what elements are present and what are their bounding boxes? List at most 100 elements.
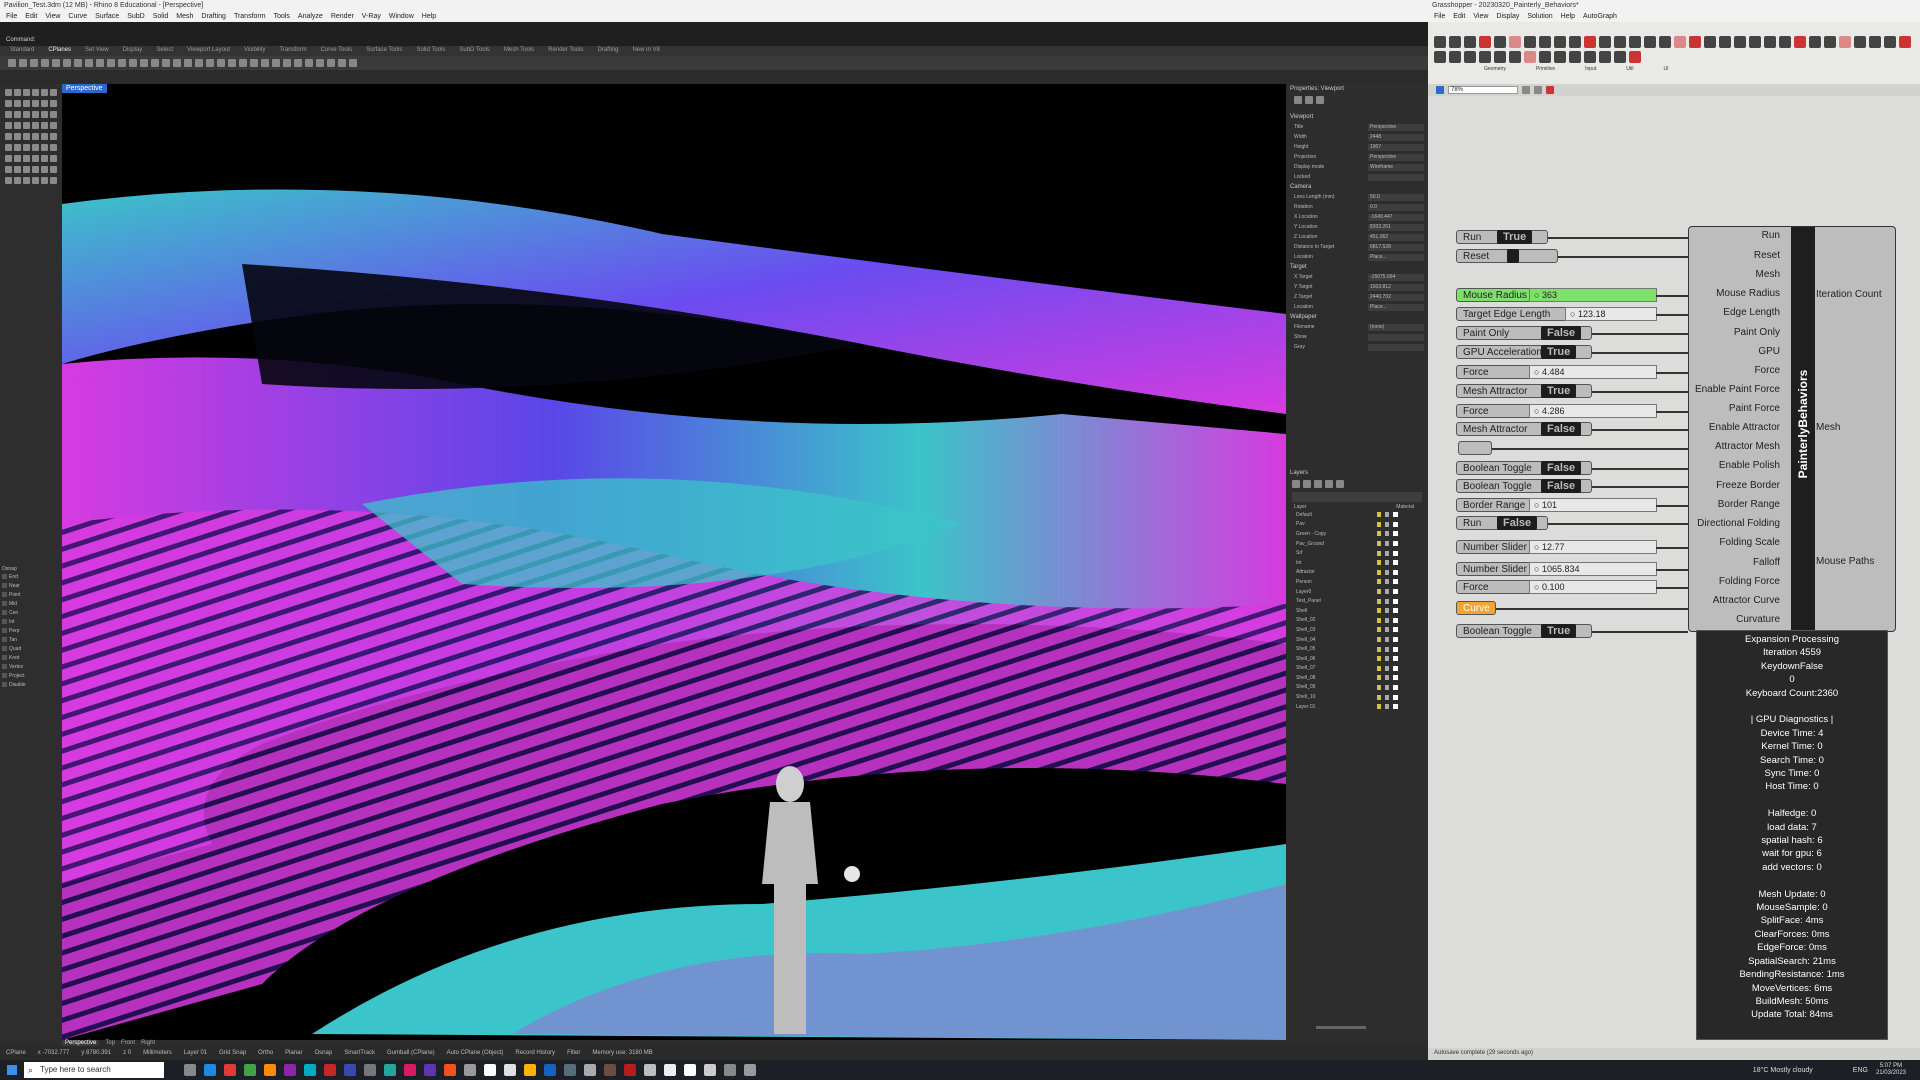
layer-row[interactable]: Shell_04 — [1286, 635, 1428, 645]
tool-icon[interactable] — [250, 59, 258, 67]
lock-icon[interactable] — [1385, 512, 1389, 518]
tool-icon[interactable] — [50, 122, 57, 129]
tool-icon[interactable] — [118, 59, 126, 67]
property-value[interactable] — [1368, 343, 1424, 351]
tool-icon[interactable] — [107, 59, 115, 67]
tool-icon[interactable] — [5, 144, 12, 151]
lightbulb-icon[interactable] — [1377, 656, 1381, 662]
display-props-icon[interactable] — [1305, 96, 1313, 104]
gh-component-icon[interactable] — [1884, 36, 1896, 48]
lock-icon[interactable] — [1385, 617, 1389, 623]
tool-icon[interactable] — [327, 59, 335, 67]
checkbox-icon[interactable] — [2, 682, 7, 687]
lock-icon[interactable] — [1385, 560, 1389, 566]
property-value[interactable]: -1649.447 — [1368, 213, 1424, 221]
input-curve[interactable]: Curve — [1456, 601, 1496, 615]
taskbar-app-icon[interactable] — [704, 1064, 716, 1076]
gh-component-icon[interactable] — [1794, 36, 1806, 48]
tool-icon[interactable] — [14, 100, 21, 107]
status-item[interactable]: x -7032.777 — [38, 1050, 70, 1056]
input-slider[interactable]: Force ○ 4.484 — [1456, 365, 1657, 379]
toolbar-tab[interactable]: Drafting — [597, 47, 618, 55]
tool-icon[interactable] — [5, 111, 12, 118]
input-port[interactable]: Run — [1628, 230, 1780, 241]
lock-icon[interactable] — [1385, 579, 1389, 585]
tool-icon[interactable] — [349, 59, 357, 67]
input-port[interactable]: Force — [1628, 365, 1780, 376]
taskbar-app-icon[interactable] — [724, 1064, 736, 1076]
gh-component-icon[interactable] — [1449, 51, 1461, 63]
tool-icon[interactable] — [85, 59, 93, 67]
tool-icon[interactable] — [23, 89, 30, 96]
lock-icon[interactable] — [1385, 569, 1389, 575]
toggle-value[interactable]: False — [1541, 422, 1582, 436]
gh-component-icon[interactable] — [1479, 51, 1491, 63]
gh-component-icon[interactable] — [1569, 36, 1581, 48]
lightbulb-icon[interactable] — [1377, 589, 1381, 595]
lightbulb-icon[interactable] — [1377, 627, 1381, 633]
osnap-item[interactable]: Knot — [2, 653, 60, 662]
tool-icon[interactable] — [316, 59, 324, 67]
gh-component-icon[interactable] — [1434, 51, 1446, 63]
gh-menu-item[interactable]: Edit — [1453, 13, 1465, 21]
status-item[interactable]: Grid Snap — [219, 1050, 246, 1056]
gh-menu-item[interactable]: Help — [1561, 13, 1575, 21]
tool-icon[interactable] — [32, 144, 39, 151]
status-item[interactable]: Planar — [285, 1050, 302, 1056]
output-port[interactable]: Mesh — [1816, 422, 1840, 433]
layer-color-swatch[interactable] — [1393, 579, 1398, 585]
layer-row[interactable]: Shell_06 — [1286, 654, 1428, 664]
toolbar-tab[interactable]: Display — [123, 47, 143, 55]
layer-row[interactable]: Layer0 — [1286, 587, 1428, 597]
menu-item-tools[interactable]: Tools — [274, 13, 290, 21]
menu-item-file[interactable]: File — [6, 13, 17, 21]
gh-component-icon[interactable] — [1809, 36, 1821, 48]
layer-color-swatch[interactable] — [1393, 550, 1398, 556]
gh-component-icon[interactable] — [1509, 36, 1521, 48]
tool-icon[interactable] — [41, 166, 48, 173]
windows-start-button[interactable] — [0, 1060, 24, 1080]
tool-icon[interactable] — [23, 111, 30, 118]
toggle-value[interactable] — [1507, 249, 1519, 263]
gh-component-icon[interactable] — [1689, 36, 1701, 48]
input-slider[interactable]: Target Edge Length ○ 123.18 — [1456, 307, 1657, 321]
input-port[interactable]: Enable Attractor — [1628, 422, 1780, 433]
input-port[interactable]: Attractor Curve — [1628, 595, 1780, 606]
tool-icon[interactable] — [32, 122, 39, 129]
gh-component-icon[interactable] — [1539, 36, 1551, 48]
toggle-value[interactable]: True — [1497, 230, 1533, 244]
tool-icon[interactable] — [14, 122, 21, 129]
osnap-item[interactable]: Cen — [2, 608, 60, 617]
input-port[interactable]: Attractor Mesh — [1628, 441, 1780, 452]
tool-icon[interactable] — [261, 59, 269, 67]
checkbox-icon[interactable] — [2, 637, 7, 642]
toolbar-tab[interactable]: Viewport Layout — [187, 47, 230, 55]
gh-component-icon[interactable] — [1509, 51, 1521, 63]
input-toggle[interactable]: Boolean Toggle False — [1456, 461, 1592, 475]
lock-icon[interactable] — [1385, 608, 1389, 614]
input-port[interactable]: Freeze Border — [1628, 480, 1780, 491]
checkbox-icon[interactable] — [2, 655, 7, 660]
tool-icon[interactable] — [41, 144, 48, 151]
tool-icon[interactable] — [41, 122, 48, 129]
input-port[interactable]: Enable Paint Force — [1628, 384, 1780, 395]
toggle-value[interactable]: False — [1541, 461, 1582, 475]
gh-component-icon[interactable] — [1839, 36, 1851, 48]
tool-icon[interactable] — [184, 59, 192, 67]
taskbar-app-icon[interactable] — [604, 1064, 616, 1076]
taskbar-app-icon[interactable] — [424, 1064, 436, 1076]
layer-row[interactable]: Shell_08 — [1286, 673, 1428, 683]
property-value[interactable]: 6817.528 — [1368, 243, 1424, 251]
layer-row[interactable]: Srf — [1286, 548, 1428, 558]
taskbar-app-icon[interactable] — [744, 1064, 756, 1076]
layer-row[interactable]: Shell_09 — [1286, 683, 1428, 693]
gh-menu-item[interactable]: Solution — [1527, 13, 1552, 21]
gh-component-icon[interactable] — [1749, 36, 1761, 48]
tool-icon[interactable] — [14, 155, 21, 162]
menu-item-subd[interactable]: SubD — [127, 13, 145, 21]
menu-item-help[interactable]: Help — [422, 13, 436, 21]
input-port[interactable]: Folding Force — [1628, 576, 1780, 587]
osnap-item[interactable]: Disable — [2, 680, 60, 689]
status-item[interactable]: Osnap — [315, 1050, 333, 1056]
taskbar-app-icon[interactable] — [204, 1064, 216, 1076]
